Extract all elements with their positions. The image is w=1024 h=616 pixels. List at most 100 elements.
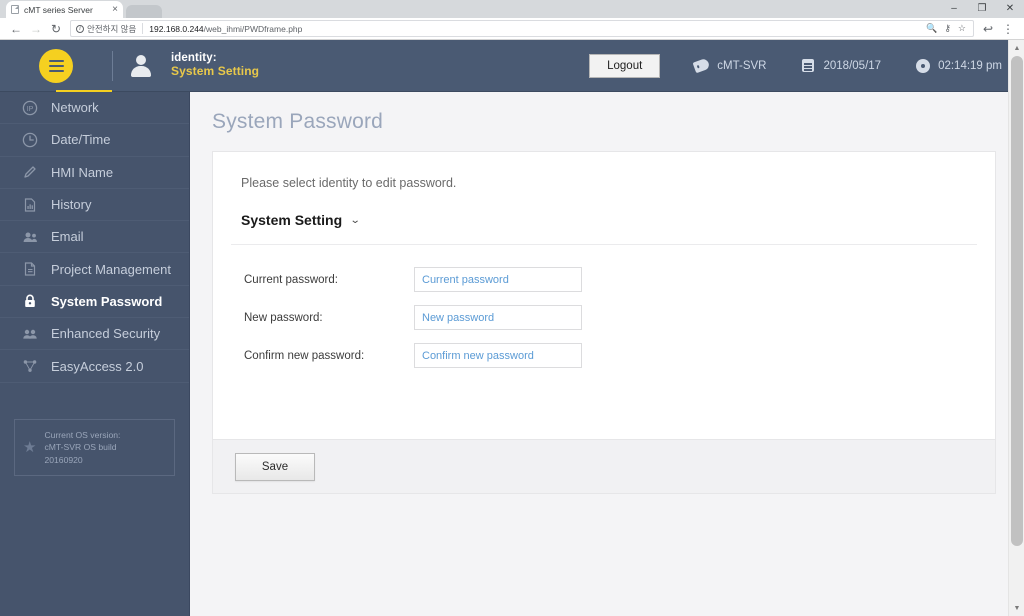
scroll-up-arrow[interactable]: ▲ bbox=[1009, 40, 1024, 56]
sidebar-item-network[interactable]: IP Network bbox=[0, 92, 189, 125]
sidebar-item-label: Network bbox=[51, 100, 99, 116]
new-password-label: New password: bbox=[244, 311, 323, 324]
page-title: System Password bbox=[212, 110, 384, 133]
header-divider bbox=[112, 50, 113, 81]
date-value: 2018/05/17 bbox=[823, 59, 882, 72]
browser-toolbar: ← → ↻ i 안전하지 않음 192.168.0.244 /web_ihmi/… bbox=[0, 18, 1024, 40]
browser-tabstrip: cMT series Server × – ❐ ✕ bbox=[0, 0, 1024, 18]
browser-menu-icon[interactable]: ⋮ bbox=[998, 19, 1018, 39]
vertical-scrollbar[interactable]: ▲ ▼ bbox=[1008, 40, 1024, 616]
new-tab-button[interactable] bbox=[126, 5, 162, 18]
sidebar-item-label: Date/Time bbox=[51, 132, 111, 148]
chevron-down-icon: ⌄ bbox=[349, 214, 361, 226]
network-nodes-icon bbox=[22, 358, 38, 374]
svg-text:IP: IP bbox=[27, 106, 34, 113]
time-item: 02:14:19 pm bbox=[915, 58, 1002, 73]
clock-icon bbox=[915, 58, 930, 73]
identity-block: identity: System Setting bbox=[171, 52, 259, 79]
sidebar-item-label: Enhanced Security bbox=[51, 326, 161, 342]
identity-dropdown-value: System Setting bbox=[241, 212, 343, 228]
time-value: 02:14:19 pm bbox=[938, 59, 1002, 72]
current-password-label: Current password: bbox=[244, 273, 338, 286]
users-icon bbox=[22, 326, 38, 342]
address-bar[interactable]: i 안전하지 않음 192.168.0.244 /web_ihmi/PWDfra… bbox=[70, 20, 974, 37]
sidebar-item-label: Email bbox=[51, 229, 84, 245]
forward-icon[interactable]: → bbox=[26, 19, 46, 39]
key-icon[interactable]: ⚷ bbox=[944, 24, 951, 33]
identity-dropdown[interactable]: System Setting ⌄ bbox=[213, 190, 361, 244]
scroll-down-arrow[interactable]: ▼ bbox=[1009, 600, 1024, 616]
security-indicator[interactable]: i 안전하지 않음 bbox=[76, 23, 136, 35]
new-password-input[interactable] bbox=[414, 305, 582, 330]
scrollbar-thumb[interactable] bbox=[1011, 56, 1023, 546]
window-close-icon[interactable]: ✕ bbox=[996, 0, 1024, 18]
share-icon[interactable]: ↩ bbox=[978, 19, 998, 39]
omnibox-icons: 🔍 ⚷ ☆ bbox=[926, 24, 966, 33]
ip-icon: IP bbox=[22, 100, 38, 116]
sidebar-item-label: System Password bbox=[51, 293, 163, 309]
card-footer: Save bbox=[212, 439, 996, 494]
reload-icon[interactable]: ↻ bbox=[46, 19, 66, 39]
sidebar-item-hmi-name[interactable]: HMI Name bbox=[0, 157, 189, 189]
star-icon: ★ bbox=[23, 438, 37, 456]
instruction-text: Please select identity to edit password. bbox=[241, 176, 457, 190]
sidebar-item-label: Project Management bbox=[51, 261, 171, 277]
zoom-icon[interactable]: 🔍 bbox=[926, 24, 937, 33]
info-icon: i bbox=[76, 24, 84, 33]
sidebar-item-history[interactable]: History bbox=[0, 189, 189, 222]
application: identity: System Setting Logout cMT-SVR … bbox=[0, 40, 1024, 616]
page-icon bbox=[11, 5, 19, 14]
os-version-line3: 20160920 bbox=[44, 454, 83, 465]
save-button[interactable]: Save bbox=[235, 452, 315, 481]
clock-icon bbox=[22, 132, 38, 148]
calendar-icon bbox=[801, 58, 816, 73]
document-chart-icon bbox=[22, 197, 38, 213]
os-version-box: ★ Current OS version: cMT-SVR OS build 2… bbox=[14, 418, 175, 477]
sidebar-item-email[interactable]: Email bbox=[0, 221, 189, 254]
header-right: Logout cMT-SVR 2018/05/17 02:14:19 pm bbox=[589, 53, 1024, 78]
logout-button[interactable]: Logout bbox=[589, 53, 661, 78]
back-icon[interactable]: ← bbox=[6, 19, 26, 39]
pencil-icon bbox=[22, 164, 38, 180]
window-controls: – ❐ ✕ bbox=[940, 0, 1024, 18]
os-version-text: Current OS version: cMT-SVR OS build 201… bbox=[44, 429, 120, 466]
browser-tab[interactable]: cMT series Server × bbox=[6, 1, 123, 18]
sidebar-item-easyaccess[interactable]: EasyAccess 2.0 bbox=[0, 350, 189, 383]
menu-button[interactable] bbox=[0, 40, 112, 94]
star-icon[interactable]: ☆ bbox=[958, 24, 966, 33]
sidebar-item-system-password[interactable]: System Password bbox=[0, 286, 189, 319]
user-icon bbox=[129, 53, 153, 79]
password-card: Please select identity to edit password.… bbox=[212, 151, 996, 439]
tag-icon bbox=[692, 57, 711, 74]
contacts-icon bbox=[22, 229, 38, 245]
device-name: cMT-SVR bbox=[717, 59, 767, 72]
form-row-confirm-password: Confirm new password: bbox=[213, 343, 995, 368]
maximize-icon[interactable]: ❐ bbox=[968, 0, 996, 18]
identity-value: System Setting bbox=[171, 64, 260, 79]
sidebar-item-enhanced-security[interactable]: Enhanced Security bbox=[0, 318, 189, 351]
os-version-line2: cMT-SVR OS build bbox=[44, 442, 117, 453]
confirm-password-label: Confirm new password: bbox=[244, 349, 365, 362]
app-body: IP Network Date/Time HMI Name History Em… bbox=[0, 92, 1024, 616]
content-area: System Password Please select identity t… bbox=[190, 92, 1024, 616]
current-password-input[interactable] bbox=[414, 267, 582, 292]
lock-icon bbox=[22, 293, 38, 309]
sidebar-item-datetime[interactable]: Date/Time bbox=[0, 124, 189, 157]
sidebar-item-project-management[interactable]: Project Management bbox=[0, 253, 189, 286]
security-label: 안전하지 않음 bbox=[87, 23, 137, 34]
omnibox-divider bbox=[142, 23, 144, 34]
document-icon bbox=[22, 261, 38, 277]
confirm-password-input[interactable] bbox=[414, 343, 582, 368]
password-form: Current password: New password: Confirm … bbox=[213, 245, 995, 368]
app-header: identity: System Setting Logout cMT-SVR … bbox=[0, 40, 1024, 94]
form-row-new-password: New password: bbox=[213, 305, 995, 330]
browser-tab-title: cMT series Server bbox=[24, 4, 93, 15]
sidebar: IP Network Date/Time HMI Name History Em… bbox=[0, 92, 190, 616]
sidebar-item-label: HMI Name bbox=[51, 164, 114, 180]
close-icon[interactable]: × bbox=[112, 4, 118, 15]
minimize-icon[interactable]: – bbox=[940, 0, 968, 18]
form-row-current-password: Current password: bbox=[213, 267, 995, 292]
url-host: 192.168.0.244 bbox=[149, 23, 204, 34]
date-item: 2018/05/17 bbox=[801, 58, 882, 73]
hamburger-menu-icon bbox=[39, 48, 73, 83]
